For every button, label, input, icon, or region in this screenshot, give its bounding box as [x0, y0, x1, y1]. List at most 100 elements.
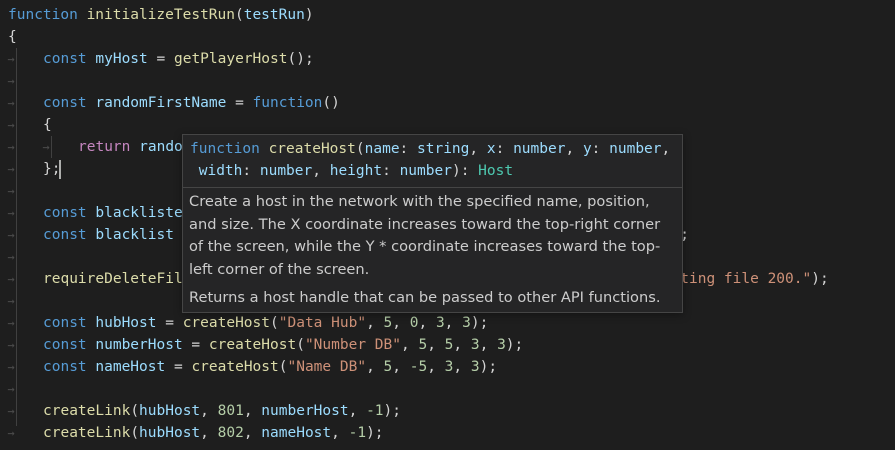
code-token: 3 [470, 337, 480, 353]
code-token: , [366, 359, 384, 375]
code-token: ); [479, 359, 498, 375]
code-token: "Number DB" [304, 337, 401, 353]
code-line[interactable]: const blackliste [43, 202, 183, 224]
code-token: , [243, 403, 262, 419]
code-token: , [453, 337, 471, 353]
signature-token: number [609, 141, 662, 157]
code-token: , [366, 315, 384, 331]
code-line[interactable]: const randomFirstName = function() [43, 92, 340, 114]
signature-token: x [486, 141, 496, 157]
signature-token: : [399, 141, 418, 157]
code-token: 5 [383, 359, 393, 375]
code-line[interactable]: createLink(hubHost, 801, numberHost, -1)… [43, 400, 401, 422]
code-token: }; [43, 161, 61, 177]
code-token: () [322, 95, 340, 111]
code-token: ( [296, 337, 305, 353]
code-token: { [8, 29, 17, 45]
code-token: , [444, 315, 463, 331]
signature-token: number [513, 141, 566, 157]
code-line[interactable]: { [43, 114, 52, 136]
signature-token: number [259, 163, 313, 179]
code-token: initializeTestRun [86, 7, 235, 23]
signature-token: ( [355, 141, 365, 157]
signature-token: , [312, 163, 330, 179]
code-token: -1 [348, 425, 367, 441]
code-token: ); [366, 425, 384, 441]
code-token: , [331, 425, 349, 441]
code-token: numberHost [95, 337, 183, 353]
code-token: nameHost [95, 359, 166, 375]
code-token: 802 [217, 425, 244, 441]
code-token: -5 [409, 359, 428, 375]
code-line[interactable]: const nameHost = createHost("Name DB", 5… [43, 356, 497, 378]
code-token: ); [470, 315, 489, 331]
code-line[interactable]: createLink(hubHost, 802, nameHost, -1); [43, 422, 384, 444]
code-token: function [8, 7, 78, 23]
hover-doc-paragraph-1: Create a host in the network with the sp… [189, 193, 661, 278]
code-token: "Name DB" [287, 359, 367, 375]
code-token: testRun [243, 7, 305, 23]
code-token: getPlayerHost [173, 51, 288, 67]
signature-token [260, 141, 269, 157]
signature-token: : [495, 141, 514, 157]
code-token: , [427, 337, 445, 353]
code-token: const [43, 205, 87, 221]
signature-token [190, 163, 199, 179]
code-token: , [392, 315, 410, 331]
code-token: createHost [182, 315, 271, 331]
code-token: , [453, 359, 471, 375]
hover-tooltip: function createHost(name: string, x: num… [182, 134, 683, 313]
code-token: { [43, 117, 52, 133]
code-token: ( [130, 425, 140, 441]
signature-token: width [198, 163, 243, 179]
code-token: hubHost [139, 403, 201, 419]
code-line[interactable]: const numberHost = createHost("Number DB… [43, 334, 523, 356]
code-token: const [43, 51, 87, 67]
code-token: , [392, 359, 410, 375]
signature-token: : [242, 163, 260, 179]
code-token: -1 [366, 403, 384, 419]
code-token: = [147, 51, 174, 67]
code-line[interactable]: function initializeTestRun(testRun) [8, 4, 314, 26]
code-token: ( [130, 403, 140, 419]
indent-guide [51, 136, 52, 158]
signature-token: name [364, 141, 400, 157]
code-token: hubHost [95, 315, 157, 331]
signature-token: y [582, 141, 592, 157]
code-token: numberHost [261, 403, 349, 419]
code-token: 3 [470, 359, 480, 375]
indent-guide [16, 48, 17, 426]
code-token: const [43, 95, 87, 111]
code-token: , [348, 403, 367, 419]
code-line[interactable]: { [8, 26, 17, 48]
code-line[interactable]: return rando [78, 136, 183, 158]
code-token: const [43, 315, 87, 331]
hover-doc-paragraph-2: Returns a host handle that can be passed… [189, 289, 661, 306]
code-token: const [43, 337, 87, 353]
hover-documentation: Create a host in the network with the sp… [189, 191, 677, 316]
code-line[interactable]: }; [43, 158, 60, 180]
code-token: const [43, 359, 87, 375]
signature-token: , [661, 141, 671, 157]
signature-token: height [329, 163, 383, 179]
code-token: = [156, 315, 183, 331]
hover-signature: function createHost(name: string, x: num… [190, 138, 678, 182]
code-token: ) [304, 7, 314, 23]
code-token: randomFirstName [95, 95, 227, 111]
code-token: = [182, 337, 209, 353]
signature-token: string [417, 141, 470, 157]
code-line[interactable]: const myHost = getPlayerHost(); [43, 48, 314, 70]
code-token: ); [505, 337, 524, 353]
code-token: ( [234, 7, 244, 23]
code-token: blackliste [95, 205, 183, 221]
code-token: requireDeleteFil [43, 271, 183, 287]
code-token: 3 [435, 315, 445, 331]
code-token: createLink [43, 425, 131, 441]
code-token: ); [383, 403, 402, 419]
hover-divider [183, 187, 682, 188]
code-token: , [243, 425, 262, 441]
code-token: , [427, 359, 445, 375]
code-token: nameHost [261, 425, 332, 441]
code-token: ); [811, 271, 829, 287]
code-token: createLink [43, 403, 131, 419]
